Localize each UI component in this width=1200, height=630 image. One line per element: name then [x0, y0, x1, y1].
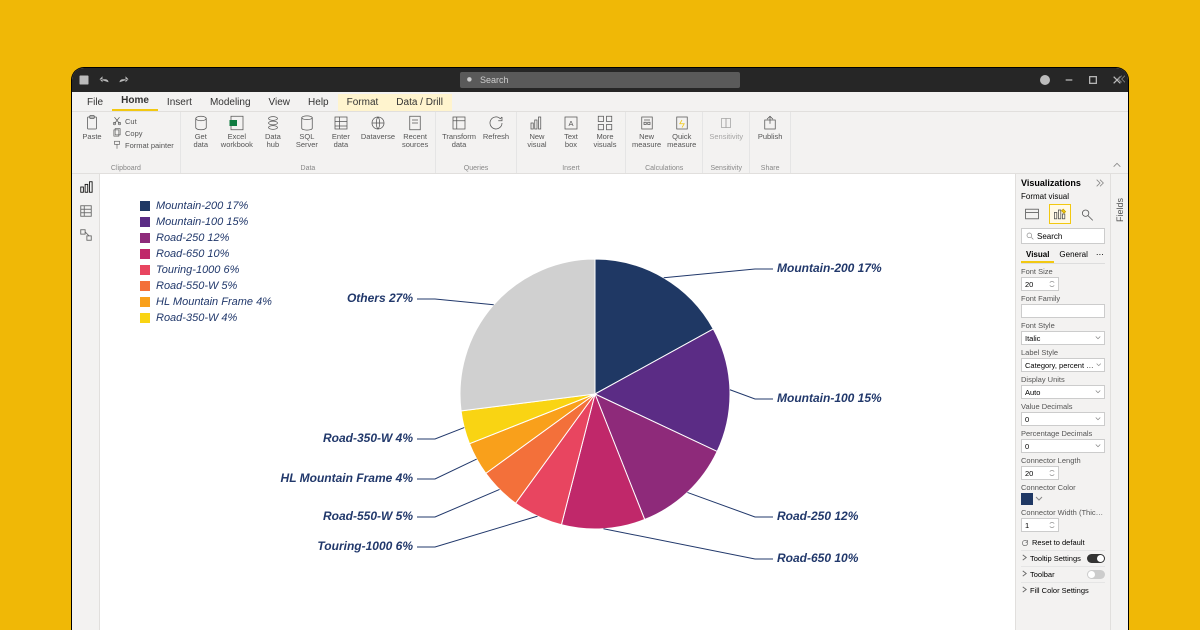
pct-decimals-select[interactable]: 0	[1021, 439, 1105, 453]
ribbon-group-data: Get data Excel workbook Data hub SQL Ser…	[181, 112, 436, 173]
menu-home[interactable]: Home	[112, 92, 158, 111]
tab-general[interactable]: General	[1054, 248, 1092, 263]
ribbon-group-queries: Transform data Refresh Queries	[436, 112, 517, 173]
menu-format[interactable]: Format	[338, 94, 388, 111]
label-style-select[interactable]: Category, percent of tot	[1021, 358, 1105, 372]
maximize-button[interactable]	[1088, 75, 1098, 85]
toolbar-toggle[interactable]	[1087, 570, 1105, 579]
more-visuals-button[interactable]: More visuals	[591, 114, 619, 148]
font-family-input[interactable]	[1021, 304, 1105, 318]
undo-icon[interactable]	[98, 74, 110, 86]
expand-panel-icon[interactable]	[1095, 178, 1105, 188]
format-painter-button[interactable]: Format painter	[112, 140, 174, 150]
redo-icon[interactable]	[118, 74, 130, 86]
callout-label: Mountain-100 15%	[777, 391, 882, 405]
transform-data-button[interactable]: Transform data	[442, 114, 476, 148]
font-style-select[interactable]: Italic	[1021, 331, 1105, 345]
new-visual-button[interactable]: New visual	[523, 114, 551, 148]
text-box-button[interactable]: AText box	[557, 114, 585, 148]
expand-fields-icon[interactable]	[1115, 74, 1125, 84]
save-icon[interactable]	[78, 74, 90, 86]
app-window: Search File Home Insert Modeling View He…	[72, 68, 1128, 630]
format-visual-tab[interactable]	[1049, 204, 1071, 224]
fill-color-row[interactable]: Fill Color Settings	[1021, 582, 1105, 598]
search-placeholder: Search	[480, 75, 509, 85]
viz-panel-subtitle: Format visual	[1021, 192, 1105, 201]
callout-label: Road-250 12%	[777, 509, 858, 523]
menu-modeling[interactable]: Modeling	[201, 94, 260, 111]
connector-length-input[interactable]: 20	[1021, 466, 1059, 480]
sql-server-button[interactable]: SQL Server	[293, 114, 321, 148]
viz-search[interactable]: Search	[1021, 228, 1105, 244]
analytics-tab[interactable]	[1077, 204, 1099, 224]
menubar: File Home Insert Modeling View Help Form…	[72, 92, 1128, 112]
callout-label: HL Mountain Frame 4%	[281, 471, 413, 485]
tab-visual[interactable]: Visual	[1021, 248, 1054, 263]
ribbon-group-sensitivity: Sensitivity Sensitivity	[703, 112, 750, 173]
search-icon	[466, 76, 475, 85]
tab-more[interactable]: ⋯	[1093, 248, 1107, 263]
menu-help[interactable]: Help	[299, 94, 338, 111]
recent-sources-button[interactable]: Recent sources	[401, 114, 429, 148]
svg-text:A: A	[568, 119, 573, 128]
publish-button[interactable]: Publish	[756, 114, 784, 141]
callout-label: Road-350-W 4%	[323, 431, 413, 445]
menu-insert[interactable]: Insert	[158, 94, 201, 111]
menu-datadrill[interactable]: Data / Drill	[387, 94, 452, 111]
callout-label: Mountain-200 17%	[777, 261, 882, 275]
collapse-ribbon-icon[interactable]	[1112, 160, 1122, 170]
titlebar: Search	[72, 68, 1128, 92]
report-canvas[interactable]: Mountain-200 17% Mountain-100 15% Road-250…	[100, 174, 1015, 630]
font-size-input[interactable]: 20	[1021, 277, 1059, 291]
ribbon-group-calculations: New measure Quick measure Calculations	[626, 112, 703, 173]
reset-to-default[interactable]: Reset to default	[1021, 535, 1105, 550]
fields-label: Fields	[1115, 198, 1125, 222]
toolbar-row[interactable]: Toolbar	[1021, 566, 1105, 582]
build-visual-tab[interactable]	[1021, 204, 1043, 224]
report-view-icon[interactable]	[79, 180, 93, 194]
value-decimals-select[interactable]: 0	[1021, 412, 1105, 426]
dataverse-button[interactable]: Dataverse	[361, 114, 395, 141]
account-avatar[interactable]	[1040, 75, 1050, 85]
enter-data-button[interactable]: Enter data	[327, 114, 355, 148]
callout-label: Others 27%	[347, 291, 413, 305]
left-rail	[72, 174, 100, 630]
ribbon: Paste Cut Copy Format painter Clipboard …	[72, 112, 1128, 174]
callout-label: Road-650 10%	[777, 551, 858, 565]
color-dropdown-icon[interactable]	[1035, 495, 1043, 503]
quick-measure-button[interactable]: Quick measure	[667, 114, 696, 148]
excel-button[interactable]: Excel workbook	[221, 114, 253, 148]
callout-label: Road-550-W 5%	[323, 509, 413, 523]
refresh-button[interactable]: Refresh	[482, 114, 510, 141]
sensitivity-button[interactable]: Sensitivity	[709, 114, 743, 141]
ribbon-group-clipboard: Paste Cut Copy Format painter Clipboard	[72, 112, 181, 173]
data-view-icon[interactable]	[79, 204, 93, 218]
search-icon	[1026, 232, 1034, 240]
callout-label: Touring-1000 6%	[317, 539, 413, 553]
fields-panel-collapsed[interactable]: Fields	[1110, 174, 1128, 630]
menu-view[interactable]: View	[260, 94, 300, 111]
tooltip-settings-row[interactable]: Tooltip Settings	[1021, 550, 1105, 566]
cut-button[interactable]: Cut	[112, 116, 174, 126]
model-view-icon[interactable]	[79, 228, 93, 242]
visualizations-panel: Visualizations Format visual Search Visu…	[1015, 174, 1110, 630]
new-measure-button[interactable]: New measure	[632, 114, 661, 148]
display-units-select[interactable]: Auto	[1021, 385, 1105, 399]
ribbon-group-insert: New visual AText box More visuals Insert	[517, 112, 626, 173]
copy-button[interactable]: Copy	[112, 128, 174, 138]
data-hub-button[interactable]: Data hub	[259, 114, 287, 148]
paste-button[interactable]: Paste	[78, 114, 106, 141]
tooltip-toggle[interactable]	[1087, 554, 1105, 563]
titlebar-search[interactable]: Search	[460, 72, 740, 88]
minimize-button[interactable]	[1064, 75, 1074, 85]
connector-color-swatch[interactable]	[1021, 493, 1033, 505]
get-data-button[interactable]: Get data	[187, 114, 215, 148]
workspace: Mountain-200 17% Mountain-100 15% Road-250…	[72, 174, 1128, 630]
connector-width-input[interactable]: 1	[1021, 518, 1059, 532]
viz-panel-title: Visualizations	[1021, 178, 1081, 188]
menu-file[interactable]: File	[78, 94, 112, 111]
ribbon-group-share: Publish Share	[750, 112, 791, 173]
